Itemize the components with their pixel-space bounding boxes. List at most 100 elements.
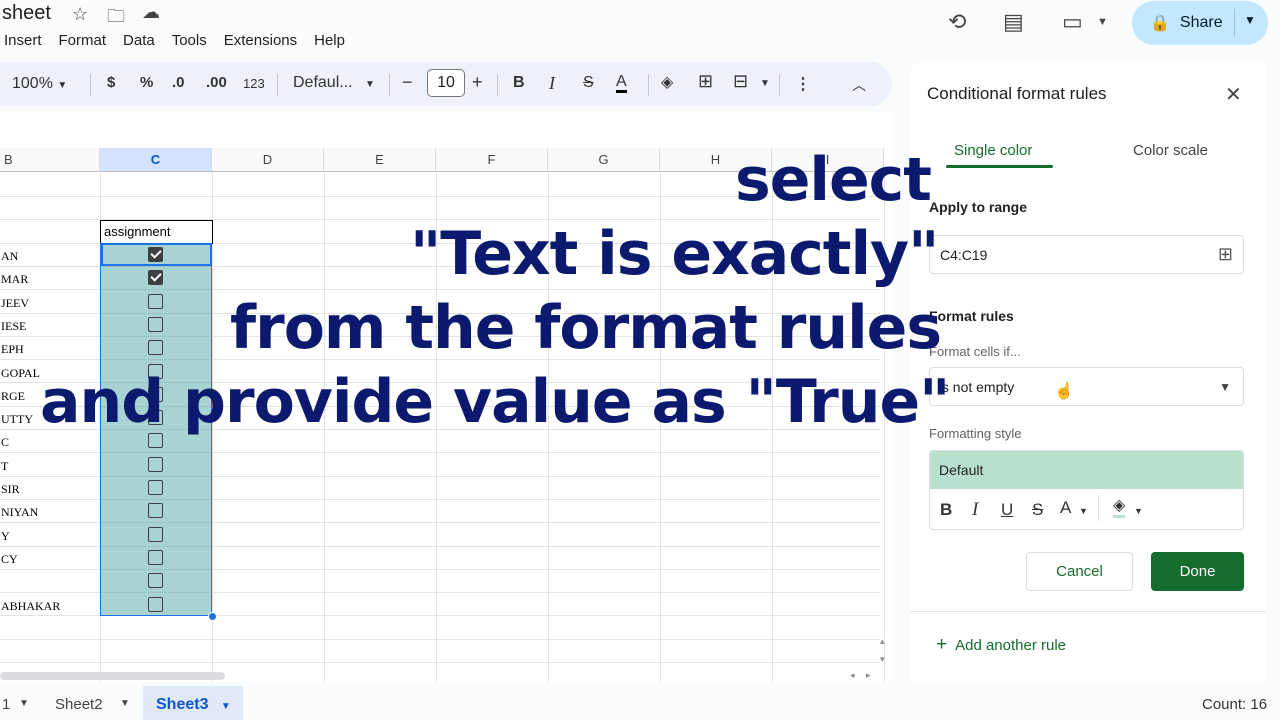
- merge-cells-icon[interactable]: ⊟: [733, 71, 748, 92]
- chevron-down-icon[interactable]: ▼: [221, 701, 231, 712]
- comments-icon[interactable]: ▤: [1003, 9, 1024, 35]
- strikethrough-button[interactable]: S: [583, 74, 594, 92]
- column-header-e[interactable]: E: [324, 148, 436, 172]
- name-cell[interactable]: NIYAN: [0, 499, 100, 522]
- assignment-checkbox[interactable]: [148, 573, 163, 589]
- style-italic-button[interactable]: I: [972, 499, 978, 521]
- condition-select[interactable]: Is not empty ▼: [929, 367, 1244, 406]
- style-strikethrough-button[interactable]: S: [1032, 500, 1043, 520]
- name-cell[interactable]: Y: [0, 523, 100, 546]
- zoom-select[interactable]: 100% ▼: [12, 75, 67, 93]
- menu-format[interactable]: Format: [59, 32, 107, 49]
- style-underline-button[interactable]: U: [1001, 500, 1013, 520]
- fill-handle[interactable]: [208, 612, 217, 621]
- select-range-icon[interactable]: ⊞: [1218, 244, 1233, 265]
- font-size-increase-button[interactable]: +: [472, 72, 483, 93]
- number-format-button[interactable]: 123: [243, 76, 265, 91]
- more-options-icon[interactable]: ⋮: [795, 74, 811, 94]
- version-history-icon[interactable]: ⟲: [948, 9, 966, 35]
- meet-dropdown-icon[interactable]: ▼: [1097, 16, 1108, 28]
- chevron-down-icon[interactable]: ▼: [120, 698, 130, 709]
- range-input[interactable]: C4:C19 ⊞: [929, 235, 1244, 274]
- menu-help[interactable]: Help: [314, 32, 345, 49]
- name-cell[interactable]: [0, 569, 100, 592]
- borders-icon[interactable]: ⊞: [698, 71, 713, 92]
- assignment-checkbox[interactable]: [148, 596, 163, 612]
- sheet-tab-2[interactable]: Sheet2: [55, 696, 103, 713]
- collapse-toolbar-icon[interactable]: ︿: [852, 75, 866, 95]
- horizontal-scrollbar[interactable]: [0, 672, 225, 680]
- column-header-b[interactable]: B: [0, 148, 100, 172]
- menu-extensions[interactable]: Extensions: [224, 32, 297, 49]
- sheet-tab-3[interactable]: Sheet3 ▼: [143, 686, 243, 720]
- fill-color-icon[interactable]: ◈: [661, 72, 673, 92]
- chevron-down-icon[interactable]: ▼: [1079, 506, 1088, 516]
- assignment-checkbox[interactable]: [148, 503, 163, 519]
- assignment-checkbox[interactable]: [148, 340, 163, 356]
- selection-count[interactable]: Count: 16: [1202, 696, 1267, 713]
- cancel-button[interactable]: Cancel: [1026, 552, 1133, 591]
- column-header-d[interactable]: D: [212, 148, 324, 172]
- scroll-left-icon[interactable]: ◂: [850, 670, 855, 681]
- name-cell[interactable]: ABHAKAR: [0, 593, 100, 616]
- chevron-down-icon[interactable]: ▼: [1134, 506, 1143, 516]
- font-size-input[interactable]: 10: [427, 69, 465, 97]
- share-button[interactable]: 🔒 Share ▼: [1132, 1, 1268, 45]
- close-icon[interactable]: ✕: [1225, 82, 1242, 107]
- style-text-color-button[interactable]: A: [1060, 498, 1071, 518]
- assignment-checkbox[interactable]: [148, 293, 163, 309]
- column-header-c[interactable]: C: [100, 148, 212, 172]
- fill-color-icon[interactable]: ◈: [1113, 497, 1126, 518]
- name-cell[interactable]: JEEV: [0, 290, 100, 313]
- increase-decimal-button[interactable]: .00: [206, 74, 227, 91]
- scroll-up-icon[interactable]: ▴: [880, 636, 885, 647]
- grid-row-line: [0, 638, 880, 640]
- menu-insert[interactable]: Insert: [4, 32, 42, 49]
- menu-tools[interactable]: Tools: [172, 32, 207, 49]
- assignment-checkbox[interactable]: [148, 456, 163, 472]
- document-title[interactable]: sheet: [2, 2, 51, 25]
- menu-data[interactable]: Data: [123, 32, 155, 49]
- tab-color-scale[interactable]: Color scale: [1133, 142, 1208, 159]
- active-cell[interactable]: [101, 243, 212, 266]
- chevron-down-icon[interactable]: ▼: [19, 698, 29, 709]
- done-button[interactable]: Done: [1151, 552, 1244, 591]
- name-cell[interactable]: T: [0, 453, 100, 476]
- font-select[interactable]: Defaul... ▼: [293, 74, 375, 92]
- bold-button[interactable]: B: [513, 74, 525, 92]
- assignment-checkbox[interactable]: [148, 270, 163, 286]
- style-preview[interactable]: Default: [930, 451, 1243, 489]
- name-cell[interactable]: CY: [0, 546, 100, 569]
- text-color-button[interactable]: A: [616, 74, 627, 93]
- assignment-checkbox[interactable]: [148, 549, 163, 565]
- name-cell[interactable]: IESE: [0, 313, 100, 336]
- tab-single-color[interactable]: Single color: [954, 142, 1032, 159]
- share-dropdown-icon[interactable]: ▼: [1244, 13, 1256, 27]
- column-header-f[interactable]: F: [436, 148, 548, 172]
- scroll-down-icon[interactable]: ▾: [880, 654, 885, 665]
- scroll-right-icon[interactable]: ▸: [866, 670, 871, 681]
- decrease-decimal-button[interactable]: .0: [172, 74, 185, 91]
- style-bold-button[interactable]: B: [940, 500, 952, 520]
- assignment-header-cell[interactable]: assignment: [100, 220, 213, 244]
- cloud-status-icon[interactable]: ☁: [142, 2, 160, 23]
- assignment-checkbox[interactable]: [148, 316, 163, 332]
- name-cell[interactable]: EPH: [0, 336, 100, 359]
- star-icon[interactable]: ☆: [72, 4, 88, 25]
- panel-title: Conditional format rules: [927, 84, 1107, 103]
- meet-video-icon[interactable]: ▭: [1062, 9, 1083, 35]
- font-size-decrease-button[interactable]: −: [402, 72, 413, 93]
- chevron-down-icon[interactable]: ▼: [760, 78, 770, 89]
- name-cell[interactable]: SIR: [0, 476, 100, 499]
- percent-button[interactable]: %: [140, 74, 153, 91]
- name-cell[interactable]: AN: [0, 243, 100, 266]
- italic-button[interactable]: I: [549, 73, 555, 94]
- assignment-checkbox[interactable]: [148, 480, 163, 495]
- name-cell[interactable]: MAR: [0, 266, 100, 289]
- move-folder-icon[interactable]: 🗀: [107, 4, 125, 34]
- currency-button[interactable]: $: [107, 74, 115, 91]
- column-header-g[interactable]: G: [548, 148, 660, 172]
- sheet-tab-1[interactable]: 1: [2, 696, 10, 713]
- add-rule-button[interactable]: + Add another rule: [936, 634, 1066, 656]
- assignment-checkbox[interactable]: [148, 526, 163, 542]
